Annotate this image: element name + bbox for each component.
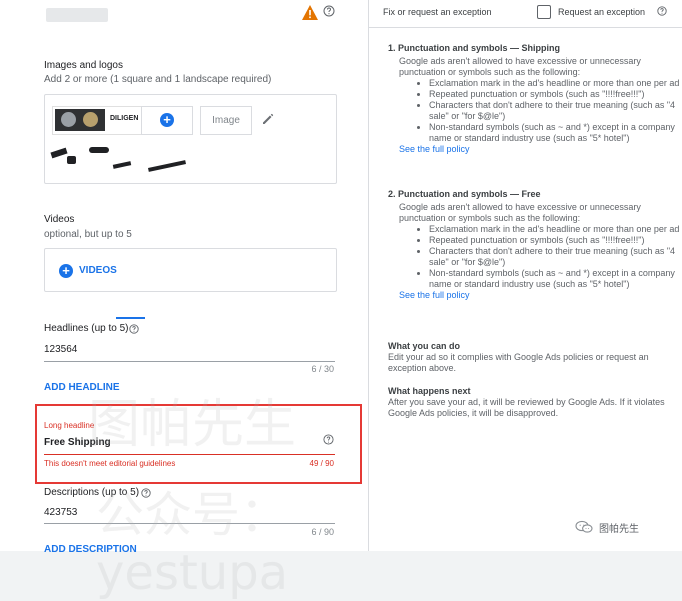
- policy-panel: Fix or request an exception Request an e…: [369, 0, 682, 551]
- long-headline-input[interactable]: Free Shipping: [44, 437, 111, 448]
- headlines-label: Headlines (up to 5): [44, 323, 129, 334]
- videos-box: + VIDEOS: [44, 248, 337, 292]
- plus-circle-icon[interactable]: +: [59, 264, 73, 278]
- what-happens-next-text: After you save your ad, it will be revie…: [388, 397, 665, 418]
- warning-triangle-icon[interactable]: [301, 4, 319, 22]
- what-you-can-do-title: What you can do: [388, 341, 460, 351]
- request-exception-checkbox[interactable]: [537, 5, 551, 19]
- policy-bullet: Characters that don't adhere to their tr…: [429, 246, 682, 268]
- ad-editor-panel: Images and logos Add 2 or more (1 square…: [0, 0, 369, 601]
- videos-title: Videos: [44, 214, 75, 225]
- images-title: Images and logos: [44, 60, 123, 71]
- long-headline-counter: 49 / 90: [309, 459, 334, 468]
- policy-title: 2. Punctuation and symbols — Free: [388, 189, 541, 199]
- policy-block-shipping: 1. Punctuation and symbols — Shipping Go…: [388, 43, 679, 155]
- product-thumbnail-1[interactable]: [50, 147, 68, 159]
- watermark: 图帕先生: [575, 517, 670, 537]
- request-exception-label[interactable]: Request an exception: [558, 7, 645, 17]
- what-you-can-do: What you can do Edit your ad so it compl…: [388, 341, 674, 374]
- product-thumbnail-3[interactable]: [89, 147, 109, 153]
- description-input[interactable]: 423753: [44, 507, 77, 518]
- landscape-image-thumbnail[interactable]: DILIGEN: [52, 106, 150, 135]
- add-headline-button[interactable]: ADD HEADLINE: [44, 382, 120, 393]
- what-happens-next-title: What happens next: [388, 386, 471, 396]
- what-happens-next: What happens next After you save your ad…: [388, 386, 674, 419]
- add-videos-button[interactable]: VIDEOS: [79, 265, 117, 276]
- product-thumbnail-4[interactable]: [112, 161, 132, 169]
- help-circle-icon[interactable]: [129, 324, 139, 334]
- brand-text: DILIGEN: [110, 115, 139, 122]
- active-field-indicator: [116, 317, 145, 319]
- see-full-policy-link[interactable]: See the full policy: [399, 144, 470, 155]
- headline-underline: [44, 361, 335, 362]
- policy-bullet: Characters that don't adhere to their tr…: [429, 100, 682, 122]
- policy-description: Google ads aren't allowed to have excess…: [399, 56, 641, 77]
- add-image-button[interactable]: +: [141, 106, 193, 135]
- help-circle-icon[interactable]: [323, 5, 335, 17]
- wechat-icon: [575, 520, 593, 533]
- watch-image: [55, 109, 105, 131]
- policy-bullet: Repeated punctuation or symbols (such as…: [429, 89, 682, 100]
- policy-bullet: Non-standard symbols (such as ~ and *) e…: [429, 268, 682, 290]
- long-headline-label: Long headline: [44, 421, 95, 430]
- fix-or-request-label: Fix or request an exception: [383, 7, 492, 17]
- watermark-label: 图帕先生: [599, 523, 639, 535]
- policy-bullet-list: Exclamation mark in the ad's headline or…: [388, 78, 682, 144]
- description-counter: 6 / 90: [311, 527, 334, 537]
- policy-bullet: Exclamation mark in the ad's headline or…: [429, 224, 682, 235]
- headline-counter: 6 / 30: [311, 364, 334, 374]
- help-circle-icon[interactable]: [141, 488, 151, 498]
- policy-bullet: Repeated punctuation or symbols (such as…: [429, 235, 682, 246]
- images-subtitle: Add 2 or more (1 square and 1 landscape …: [44, 74, 272, 85]
- descriptions-label: Descriptions (up to 5): [44, 487, 140, 498]
- what-you-can-do-text: Edit your ad so it complies with Google …: [388, 352, 649, 373]
- pencil-icon[interactable]: [261, 112, 275, 126]
- policy-block-free: 2. Punctuation and symbols — Free Google…: [388, 189, 679, 301]
- policy-description: Google ads aren't allowed to have excess…: [399, 202, 641, 223]
- policy-title: 1. Punctuation and symbols — Shipping: [388, 43, 561, 53]
- help-circle-icon[interactable]: [657, 6, 667, 16]
- description-underline: [44, 523, 335, 524]
- headline-input[interactable]: 123564: [44, 344, 77, 355]
- images-box: DILIGEN + Image: [44, 94, 337, 184]
- product-thumbnail-2[interactable]: [67, 156, 76, 164]
- product-thumbnail-5[interactable]: [147, 160, 187, 172]
- plus-circle-icon: +: [160, 113, 174, 127]
- long-headline-error: This doesn't meet editorial guidelines: [44, 459, 176, 468]
- redacted-header: [46, 8, 108, 22]
- policy-bullet: Exclamation mark in the ad's headline or…: [429, 78, 682, 89]
- see-full-policy-link[interactable]: See the full policy: [399, 290, 470, 301]
- policy-bullet-list: Exclamation mark in the ad's headline or…: [388, 224, 682, 290]
- policy-bullet: Non-standard symbols (such as ~ and *) e…: [429, 122, 682, 144]
- videos-subtitle: optional, but up to 5: [44, 229, 132, 240]
- image-placeholder[interactable]: Image: [200, 106, 252, 135]
- long-headline-underline: [44, 454, 335, 455]
- exception-header: Fix or request an exception Request an e…: [369, 0, 682, 28]
- help-circle-icon[interactable]: [323, 434, 334, 445]
- add-description-button[interactable]: ADD DESCRIPTION: [44, 544, 137, 555]
